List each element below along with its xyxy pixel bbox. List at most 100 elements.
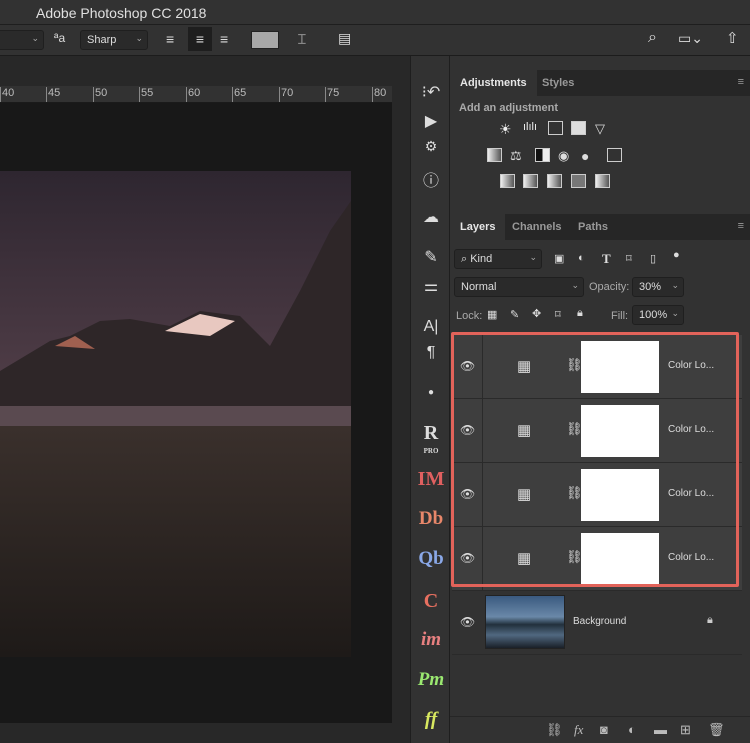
- ruler-tick: 80: [372, 87, 386, 102]
- lock-all-icon[interactable]: 🔒︎: [577, 307, 583, 320]
- filter-shape-icon[interactable]: ⌑: [626, 252, 632, 265]
- lock-label: Lock:: [456, 310, 483, 322]
- search-icon[interactable]: ⌕: [648, 29, 657, 47]
- title-bar: Adobe Photoshop CC 2018: [0, 0, 750, 25]
- plugin-c-icon[interactable]: C: [411, 590, 451, 613]
- lock-artboard-icon[interactable]: ⌑: [555, 308, 561, 321]
- ruler-tick: 65: [232, 87, 246, 102]
- creative-cloud-icon[interactable]: ☁: [411, 207, 451, 227]
- document-image[interactable]: [0, 171, 351, 657]
- paragraph-icon[interactable]: ¶: [411, 344, 451, 362]
- align-right-icon[interactable]: ≡: [220, 31, 228, 47]
- text-color-swatch[interactable]: [251, 31, 279, 49]
- new-group-icon[interactable]: ▬: [654, 722, 667, 737]
- brush-tip-icon[interactable]: ●: [411, 387, 451, 398]
- filter-toggle-icon[interactable]: ●: [673, 249, 680, 261]
- brush-settings-icon[interactable]: ⚌: [411, 276, 451, 296]
- align-left-icon[interactable]: ≡: [166, 31, 174, 47]
- brush-presets-icon[interactable]: ✎: [411, 247, 451, 267]
- new-adjustment-icon[interactable]: ◐: [628, 722, 636, 737]
- font-size-dropdown[interactable]: ⌄: [0, 30, 44, 50]
- channel-mixer-icon[interactable]: ●: [581, 148, 596, 164]
- workspace-icon[interactable]: ▭⌄: [678, 30, 703, 47]
- plugin-pro-label: PRO: [423, 447, 439, 455]
- warp-text-icon[interactable]: Ɪ: [298, 30, 306, 49]
- gradient-map-icon[interactable]: [595, 174, 610, 188]
- character-icon[interactable]: A|: [411, 318, 451, 336]
- align-center-icon[interactable]: ≡: [188, 27, 212, 51]
- selective-color-icon[interactable]: [571, 174, 586, 188]
- blend-mode-dropdown[interactable]: Normal ⌄: [454, 277, 584, 297]
- hue-saturation-icon[interactable]: [487, 148, 502, 162]
- new-layer-icon[interactable]: ⊞: [680, 722, 691, 738]
- layers-menu-icon[interactable]: ≡: [738, 220, 744, 232]
- curves-icon[interactable]: [548, 121, 563, 135]
- color-lookup-icon[interactable]: [607, 148, 622, 162]
- lock-transparent-icon[interactable]: ▦: [487, 308, 497, 321]
- brightness-contrast-icon[interactable]: ☀: [499, 121, 514, 137]
- black-white-icon[interactable]: [535, 148, 550, 162]
- tab-styles[interactable]: Styles: [532, 70, 584, 96]
- photo-filter-icon[interactable]: ◉: [558, 148, 573, 163]
- filter-kind-value: Kind: [470, 253, 493, 265]
- delete-layer-icon[interactable]: 🗑︎: [708, 722, 725, 738]
- filter-pixel-icon[interactable]: ▣: [554, 252, 564, 265]
- visibility-eye-icon[interactable]: 👁︎: [460, 615, 475, 629]
- properties-icon[interactable]: ⚙: [411, 138, 451, 155]
- tab-channels[interactable]: Channels: [502, 214, 572, 240]
- options-bar: ⌄ ªa Sharp ⌄ ≡ ≡ ≡ Ɪ ▤ ⌕ ▭⌄ ⇧: [0, 25, 750, 56]
- layer-name[interactable]: Background: [573, 616, 626, 627]
- plugin-db-icon[interactable]: Db: [411, 508, 451, 530]
- plugin-qb-icon[interactable]: Qb: [411, 548, 451, 570]
- character-panel-icon[interactable]: ▤: [338, 30, 351, 47]
- adjustments-tabs: Adjustments Styles ≡: [450, 70, 750, 96]
- levels-icon[interactable]: ılılı: [523, 121, 538, 135]
- filter-smart-object-icon[interactable]: ▯: [650, 252, 656, 265]
- tab-layers[interactable]: Layers: [450, 214, 506, 240]
- invert-icon[interactable]: [500, 174, 515, 188]
- threshold-icon[interactable]: [547, 174, 562, 188]
- color-balance-icon[interactable]: ⚖: [510, 148, 525, 163]
- layer-row-background[interactable]: 👁︎ Background 🔒︎: [452, 591, 742, 655]
- fill-input[interactable]: 100% ⌄: [632, 305, 684, 325]
- layers-bottom-bar: ⛓︎ fx ◙ ◐ ▬ ⊞ 🗑︎: [450, 716, 750, 743]
- link-layers-icon[interactable]: ⛓︎: [546, 722, 563, 738]
- antialias-dropdown[interactable]: Sharp ⌄: [80, 30, 148, 50]
- plugin-im-lower-icon[interactable]: im: [411, 629, 451, 651]
- add-mask-icon[interactable]: ◙: [600, 722, 608, 737]
- blend-mode-value: Normal: [461, 281, 497, 293]
- fill-value: 100%: [639, 309, 668, 321]
- plugin-pm-icon[interactable]: Pm: [411, 669, 451, 691]
- history-icon[interactable]: ⁝↶: [411, 82, 451, 102]
- panel-menu-icon[interactable]: ≡: [738, 76, 744, 88]
- exposure-icon[interactable]: [571, 121, 586, 135]
- plugin-label: R: [423, 422, 439, 444]
- ruler-tick: 55: [139, 87, 153, 102]
- lock-image-icon[interactable]: ✎: [510, 308, 519, 321]
- app-title: Adobe Photoshop CC 2018: [36, 5, 207, 21]
- plugin-r-pro-icon[interactable]: R PRO: [411, 422, 451, 460]
- tab-paths[interactable]: Paths: [568, 214, 618, 240]
- filter-adjustment-icon[interactable]: ◐: [578, 252, 585, 264]
- filter-kind-dropdown[interactable]: ⌕ Kind ⌄: [454, 249, 542, 269]
- actions-play-icon[interactable]: ▶: [411, 111, 451, 131]
- antialias-value: Sharp: [87, 34, 117, 46]
- selected-layers-highlight: [451, 332, 739, 587]
- opacity-label: Opacity:: [589, 281, 630, 293]
- ruler-tick: 70: [279, 87, 293, 102]
- plugin-ff-icon[interactable]: ff: [411, 709, 451, 731]
- plugin-im-icon[interactable]: IM: [411, 468, 451, 491]
- lock-position-icon[interactable]: ✥: [532, 307, 541, 320]
- share-icon[interactable]: ⇧: [726, 29, 739, 47]
- posterize-icon[interactable]: [523, 174, 538, 188]
- info-icon[interactable]: ⓘ: [411, 167, 451, 191]
- background-thumbnail: [485, 595, 565, 649]
- ruler-tick: 40: [0, 87, 14, 102]
- filter-type-icon[interactable]: T: [602, 251, 611, 267]
- tab-adjustments[interactable]: Adjustments: [450, 70, 537, 96]
- opacity-input[interactable]: 30% ⌄: [632, 277, 684, 297]
- vibrance-icon[interactable]: ▽: [595, 121, 610, 136]
- fx-icon[interactable]: fx: [574, 722, 583, 738]
- ruler-tick: 60: [186, 87, 200, 102]
- horizontal-ruler: 40 45 50 55 60 65 70 75 80: [0, 86, 392, 103]
